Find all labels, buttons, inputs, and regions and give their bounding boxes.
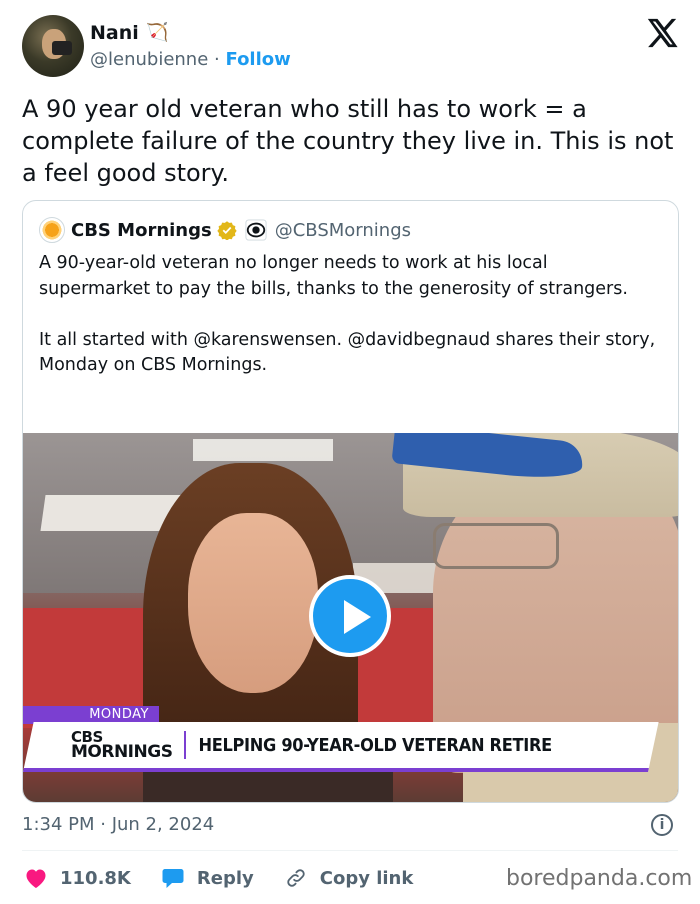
heart-icon — [26, 869, 46, 888]
author-name[interactable]: Nani — [90, 22, 139, 44]
cbs-mornings-avatar[interactable] — [39, 217, 65, 243]
play-button[interactable] — [309, 575, 391, 657]
divider — [22, 850, 678, 851]
cbs-eye-icon — [245, 219, 267, 241]
reply-label: Reply — [196, 867, 254, 889]
quoted-author-name[interactable]: CBS Mornings — [71, 220, 212, 241]
video-thumbnail[interactable]: MONDAY CBS MORNINGS HELPING 90-YEAR-OLD … — [23, 433, 678, 802]
play-icon — [344, 600, 371, 634]
bow-emoji: 🏹 — [146, 22, 169, 43]
video-headline: HELPING 90-YEAR-OLD VETERAN RETIRE — [198, 734, 552, 756]
quoted-tweet-card[interactable]: CBS Mornings @CBSMornings A 90-year-old … — [22, 200, 679, 803]
tweet-timestamp[interactable]: 1:34 PM · Jun 2, 2024 — [22, 814, 214, 835]
author-handle-row: @lenubienne · Follow — [90, 49, 291, 70]
reply-button[interactable]: Reply — [161, 867, 254, 889]
like-count: 110.8K — [60, 867, 131, 889]
author-avatar[interactable] — [22, 15, 84, 77]
author-handle[interactable]: @lenubienne — [90, 49, 208, 70]
boredpanda-watermark: boredpanda.com — [506, 866, 693, 891]
quoted-tweet-text: A 90-year-old veteran no longer needs to… — [39, 253, 656, 375]
cbs-mornings-logo: CBS MORNINGS — [71, 730, 173, 762]
cbs-logo-line2: MORNINGS — [71, 742, 173, 762]
quoted-author-handle[interactable]: @CBSMornings — [275, 220, 411, 241]
tweet-text: A 90 year old veteran who still has to w… — [22, 95, 674, 187]
action-bar: 110.8K Reply Copy link — [24, 864, 443, 892]
copy-link-button[interactable]: Copy link — [284, 867, 414, 889]
lower-third-divider — [184, 731, 187, 759]
copy-link-label: Copy link — [319, 867, 414, 889]
x-logo-icon[interactable] — [645, 16, 679, 50]
like-button[interactable]: 110.8K — [24, 867, 131, 889]
verified-badge-icon — [217, 221, 237, 240]
follow-button[interactable]: Follow — [226, 49, 291, 70]
link-icon — [287, 869, 305, 887]
quoted-header: CBS Mornings @CBSMornings — [39, 217, 411, 243]
info-icon[interactable]: i — [651, 814, 673, 836]
lower-third: CBS MORNINGS HELPING 90-YEAR-OLD VETERAN… — [23, 722, 663, 768]
separator-dot: · — [214, 49, 220, 70]
reply-bubble-icon — [162, 869, 184, 888]
